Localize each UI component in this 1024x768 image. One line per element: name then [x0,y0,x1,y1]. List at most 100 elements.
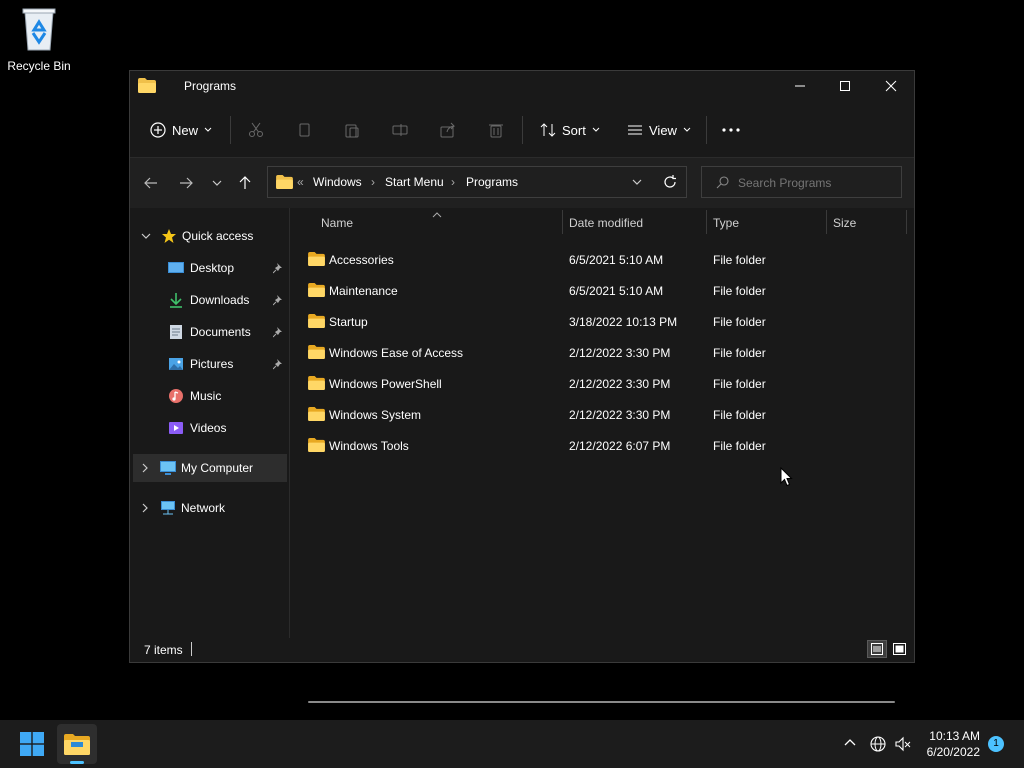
search-input[interactable] [736,172,900,194]
details-view-button[interactable] [867,640,887,658]
nav-network[interactable]: Network [133,494,287,522]
horizontal-scrollbar[interactable] [308,701,895,703]
breadcrumb-overflow[interactable]: « [297,175,304,189]
nav-label: Music [190,389,222,403]
globe-icon[interactable] [870,736,886,752]
clock-date[interactable]: 6/20/2022 [927,745,980,759]
nav-downloads[interactable]: Downloads [133,286,287,314]
file-date-modified: 2/12/2022 3:30 PM [569,377,671,391]
nav-pictures[interactable]: Pictures [133,350,287,378]
rename-icon [392,124,408,136]
file-type: File folder [713,377,766,391]
new-button[interactable]: New [150,116,212,144]
maximize-button[interactable] [822,71,868,101]
notification-badge[interactable]: 1 [988,736,1004,752]
column-name[interactable]: Name [321,216,353,230]
breadcrumb-programs[interactable]: Programs [466,175,518,189]
share-button[interactable] [440,116,456,144]
list-view-icon [628,125,642,135]
delete-button[interactable] [488,116,504,144]
nav-label: Desktop [190,261,235,275]
nav-documents[interactable]: Documents [133,318,287,346]
file-row[interactable]: Windows System 2/12/2022 3:30 PM File fold… [308,399,908,430]
file-date-modified: 2/12/2022 6:07 PM [569,439,671,453]
file-type: File folder [713,315,766,329]
sort-button[interactable]: Sort [540,116,600,144]
folder-icon [308,252,325,266]
recycle-bin-icon [22,8,56,51]
breadcrumb-windows[interactable]: Windows [313,175,362,189]
back-button[interactable] [139,172,163,194]
file-type: File folder [713,253,766,267]
view-button[interactable]: View [627,116,691,144]
file-explorer-icon [64,734,90,755]
details-view-icon [871,643,883,655]
copy-button[interactable] [296,116,312,144]
close-button[interactable] [868,71,914,101]
toolbar-separator [706,116,707,144]
file-row[interactable]: Accessories 6/5/2021 5:10 AM File folder [308,244,908,275]
refresh-icon[interactable] [663,175,677,189]
pin-icon[interactable] [273,326,283,338]
folder-icon [138,78,156,93]
address-bar[interactable]: « Windows › Start Menu › Programs [267,166,687,198]
column-type[interactable]: Type [713,216,739,230]
chevron-down-icon [204,127,212,132]
file-row[interactable]: Windows PowerShell 2/12/2022 3:30 PM File … [308,368,908,399]
folder-icon [308,407,325,421]
nav-desktop[interactable]: Desktop [133,254,287,282]
column-divider[interactable] [906,210,907,234]
pin-icon[interactable] [273,262,283,274]
nav-my-computer[interactable]: My Computer [133,454,287,482]
minimize-button[interactable] [777,71,823,101]
nav-music[interactable]: Music [133,382,287,410]
column-size[interactable]: Size [833,216,856,230]
file-row[interactable]: Windows Tools 2/12/2022 6:07 PM File folde… [308,430,908,461]
chevron-up-icon[interactable] [844,738,856,746]
large-icons-view-button[interactable] [890,640,908,658]
folder-icon [308,283,325,297]
search-box[interactable] [701,166,902,198]
arrow-up-icon [239,176,251,189]
paste-button[interactable] [344,116,360,144]
column-date-modified[interactable]: Date modified [569,216,643,230]
nav-quick-access[interactable]: Quick access [133,222,287,250]
view-label: View [649,122,677,138]
start-button[interactable] [12,726,52,762]
file-row[interactable]: Maintenance 6/5/2021 5:10 AM File folder [308,275,908,306]
file-row[interactable]: Windows Ease of Access 2/12/2022 3:30 PM F… [308,337,908,368]
breadcrumb-start-menu[interactable]: Start Menu [385,175,444,189]
column-divider[interactable] [826,210,827,234]
column-divider[interactable] [562,210,563,234]
up-button[interactable] [233,172,257,194]
nav-label: Downloads [190,293,250,307]
chevron-right-icon [142,503,148,513]
folder-icon [308,438,325,452]
active-indicator [70,761,84,764]
pin-icon[interactable] [273,358,283,370]
maximize-icon [840,81,850,91]
download-icon [170,293,182,308]
column-header-row: Name Date modified Type Size [290,208,915,238]
forward-button[interactable] [174,172,198,194]
folder-icon [276,175,293,189]
chevron-down-icon[interactable] [632,179,642,186]
nav-videos[interactable]: Videos [133,414,287,442]
share-icon [440,122,456,138]
file-name: Accessories [329,253,394,267]
column-divider[interactable] [706,210,707,234]
recycle-bin-shortcut[interactable]: Recycle Bin [4,6,74,73]
file-row[interactable]: Startup 3/18/2022 10:13 PM File folder [308,306,908,337]
pin-icon[interactable] [273,294,283,306]
clock-time[interactable]: 10:13 AM [929,729,980,743]
recent-locations-button[interactable] [205,172,229,194]
title-bar[interactable]: Programs [130,71,914,103]
taskbar-file-explorer[interactable] [57,724,97,764]
see-more-button[interactable] [722,116,740,144]
arrow-right-icon [180,177,193,189]
file-name: Windows PowerShell [329,377,442,391]
item-count: 7 items [144,643,183,657]
speaker-muted-icon[interactable] [895,736,911,752]
rename-button[interactable] [392,116,408,144]
cut-button[interactable] [248,116,264,144]
